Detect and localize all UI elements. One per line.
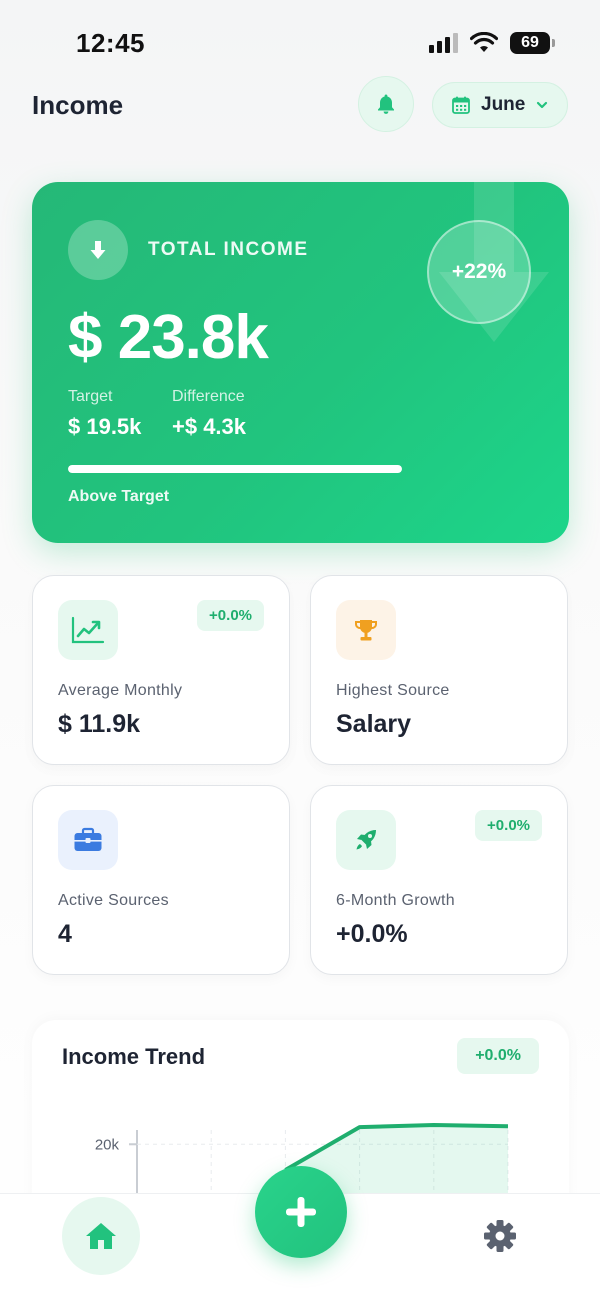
month-selector[interactable]: June bbox=[432, 82, 568, 128]
stat-badge: +0.0% bbox=[475, 810, 542, 841]
target-label: Target bbox=[68, 388, 113, 405]
rocket-icon bbox=[336, 810, 396, 870]
stat-badge: +0.0% bbox=[197, 600, 264, 631]
stat-label: Highest Source bbox=[336, 682, 450, 699]
month-label: June bbox=[481, 94, 526, 115]
chevron-down-icon bbox=[537, 101, 548, 109]
difference-label: Difference bbox=[172, 388, 245, 405]
stat-value: $ 11.9k bbox=[58, 710, 141, 738]
page-title: Income bbox=[32, 90, 124, 120]
stat-card-average-monthly[interactable]: +0.0% Average Monthly $ 11.9k bbox=[32, 575, 290, 765]
target-status: Above Target bbox=[68, 488, 170, 505]
income-trend-badge: +0.0% bbox=[457, 1038, 539, 1074]
gear-icon bbox=[484, 1220, 516, 1252]
stat-label: 6-Month Growth bbox=[336, 892, 455, 909]
wifi-icon bbox=[470, 32, 498, 52]
status-time: 12:45 bbox=[76, 28, 145, 58]
stat-label: Active Sources bbox=[58, 892, 169, 909]
battery-level: 69 bbox=[521, 34, 539, 51]
difference-value: +$ 4.3k bbox=[172, 414, 247, 439]
cellular-signal-icon bbox=[429, 33, 458, 53]
briefcase-icon bbox=[58, 810, 118, 870]
total-income-card: TOTAL INCOME +22% $ 23.8k Target $ 19.5k… bbox=[32, 182, 569, 543]
plus-icon bbox=[286, 1197, 316, 1227]
stat-card-highest-source[interactable]: Highest Source Salary bbox=[310, 575, 568, 765]
y-tick-label: 20k bbox=[95, 1136, 120, 1153]
total-income-amount: $ 23.8k bbox=[68, 303, 269, 372]
income-trend-title: Income Trend bbox=[62, 1044, 206, 1069]
nav-home-button[interactable] bbox=[62, 1197, 140, 1275]
stat-value: Salary bbox=[336, 710, 412, 738]
status-icons: 69 bbox=[429, 32, 555, 54]
nav-settings-button[interactable] bbox=[478, 1214, 522, 1258]
stat-card-active-sources[interactable]: Active Sources 4 bbox=[32, 785, 290, 975]
total-income-label: TOTAL INCOME bbox=[148, 239, 309, 260]
target-progress-bar bbox=[68, 465, 402, 473]
stat-card-six-month-growth[interactable]: +0.0% 6-Month Growth +0.0% bbox=[310, 785, 568, 975]
status-bar: 12:45 69 bbox=[0, 0, 600, 80]
add-income-button[interactable] bbox=[255, 1166, 347, 1258]
target-value: $ 19.5k bbox=[68, 414, 142, 439]
calendar-icon bbox=[452, 96, 470, 114]
stat-value: +0.0% bbox=[336, 920, 408, 948]
target-progress-fill bbox=[68, 465, 402, 473]
stat-label: Average Monthly bbox=[58, 682, 183, 699]
stat-value: 4 bbox=[58, 920, 72, 948]
trophy-icon bbox=[336, 600, 396, 660]
income-change-badge: +22% bbox=[427, 220, 531, 324]
notifications-button[interactable] bbox=[358, 76, 414, 132]
home-icon bbox=[86, 1223, 116, 1249]
chart-line-icon bbox=[58, 600, 118, 660]
battery-indicator: 69 bbox=[510, 32, 555, 54]
bell-icon bbox=[378, 94, 394, 114]
arrow-down-icon bbox=[68, 220, 128, 280]
